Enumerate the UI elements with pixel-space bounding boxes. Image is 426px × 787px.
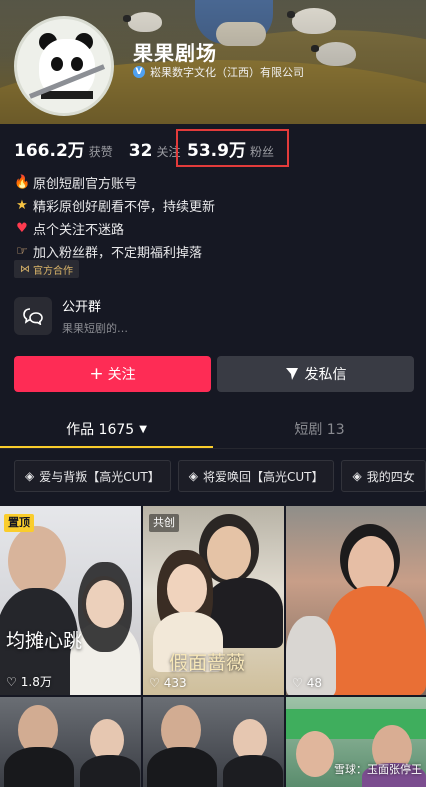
video-likes: ♡ 48	[292, 676, 323, 690]
caret-down-icon: ▼	[139, 423, 147, 435]
bio-line: ♥ 点个关注不迷路	[14, 217, 215, 240]
group-chat-icon	[14, 297, 52, 335]
video-likes: ♡ 433	[149, 676, 187, 690]
heart-outline-icon: ♡	[149, 676, 160, 690]
video-title-art: 假面蔷薇	[169, 652, 246, 674]
fans-count: 53.9万	[187, 141, 246, 161]
tab-short-drama[interactable]: 短剧 13	[213, 412, 426, 446]
group-title: 公开群	[62, 300, 102, 315]
watermark-text: 雪球：玉面张停王	[334, 763, 422, 776]
video-likes: ♡ 1.8万	[6, 674, 52, 690]
fans-label: 粉丝	[249, 145, 274, 159]
avatar[interactable]	[14, 16, 114, 116]
fire-icon: 🔥	[14, 175, 31, 190]
following-count: 32	[128, 141, 153, 161]
video-thumbnail[interactable]	[143, 697, 284, 787]
heart-outline-icon: ♡	[6, 674, 17, 689]
tab-works[interactable]: 作品 1675 ▼	[0, 412, 213, 446]
video-title-art: 均摊心跳	[6, 630, 83, 652]
bio-line: 🔥 原创短剧官方账号	[14, 175, 138, 192]
plus-icon: +	[89, 364, 104, 384]
likes-stat[interactable]: 166.2万 获赞	[14, 136, 113, 161]
pointing-hand-icon: ☞	[16, 244, 28, 259]
verification-text: 崧果数字文化（江西）有限公司	[150, 66, 304, 79]
group-subtitle: 果果短剧的…	[62, 322, 128, 335]
verified-icon: V	[133, 66, 145, 78]
video-thumbnail[interactable]: ♡ 48	[286, 506, 426, 695]
profile-bio: 🔥 原创短剧官方账号 ★ 精彩原创好剧看不停，持续更新 ♥ 点个关注不迷路 ☞ …	[14, 171, 215, 263]
likes-label: 获赞	[88, 145, 113, 159]
video-thumbnail[interactable]: 雪球：玉面张停王	[286, 697, 426, 787]
verification-badge[interactable]: V 崧果数字文化（江西）有限公司	[133, 64, 304, 80]
heart-outline-icon: ♡	[292, 676, 303, 690]
official-cooperation-badge[interactable]: ⋈ 官方合作	[14, 260, 79, 278]
video-thumbnail[interactable]: 均摊心跳 置顶 ♡ 1.8万	[0, 506, 141, 695]
following-stat[interactable]: 32 关注	[129, 141, 181, 161]
collections-row: ◈ 爱与背叛【高光CUT】 ◈ 将爱唤回【高光CUT】 ◈ 我的四女	[14, 460, 426, 492]
follow-button[interactable]: + 关注	[14, 356, 211, 392]
co-create-badge: 共创	[149, 514, 179, 532]
profile-name: 果果剧场	[133, 41, 217, 65]
collection-chip[interactable]: ◈ 爱与背叛【高光CUT】	[14, 460, 171, 492]
video-thumbnail[interactable]: 假面蔷薇 共创 ♡ 433	[143, 506, 284, 695]
pinned-badge: 置顶	[4, 514, 34, 532]
star-icon: ★	[16, 198, 28, 213]
heart-icon: ♥	[16, 221, 28, 236]
profile-stats: 166.2万 获赞 32 关注	[14, 136, 180, 162]
fans-stat[interactable]: 53.9万 粉丝	[187, 136, 274, 161]
layers-icon: ◈	[188, 469, 198, 483]
collection-chip[interactable]: ◈ 我的四女	[341, 460, 426, 492]
fan-group-entry[interactable]: 公开群 果果短剧的…	[14, 296, 128, 336]
likes-count: 166.2万	[14, 141, 85, 161]
video-thumbnail[interactable]	[0, 697, 141, 787]
profile-tabs: 作品 1675 ▼ 短剧 13	[0, 412, 426, 449]
collection-chip[interactable]: ◈ 将爱唤回【高光CUT】	[177, 460, 335, 492]
layers-icon: ◈	[352, 469, 362, 483]
bio-line: ★ 精彩原创好剧看不停，持续更新	[14, 194, 215, 217]
cooperation-icon: ⋈	[20, 263, 30, 275]
send-message-button[interactable]: 发私信	[217, 356, 414, 392]
layers-icon: ◈	[25, 469, 35, 483]
paper-plane-icon	[285, 368, 298, 380]
